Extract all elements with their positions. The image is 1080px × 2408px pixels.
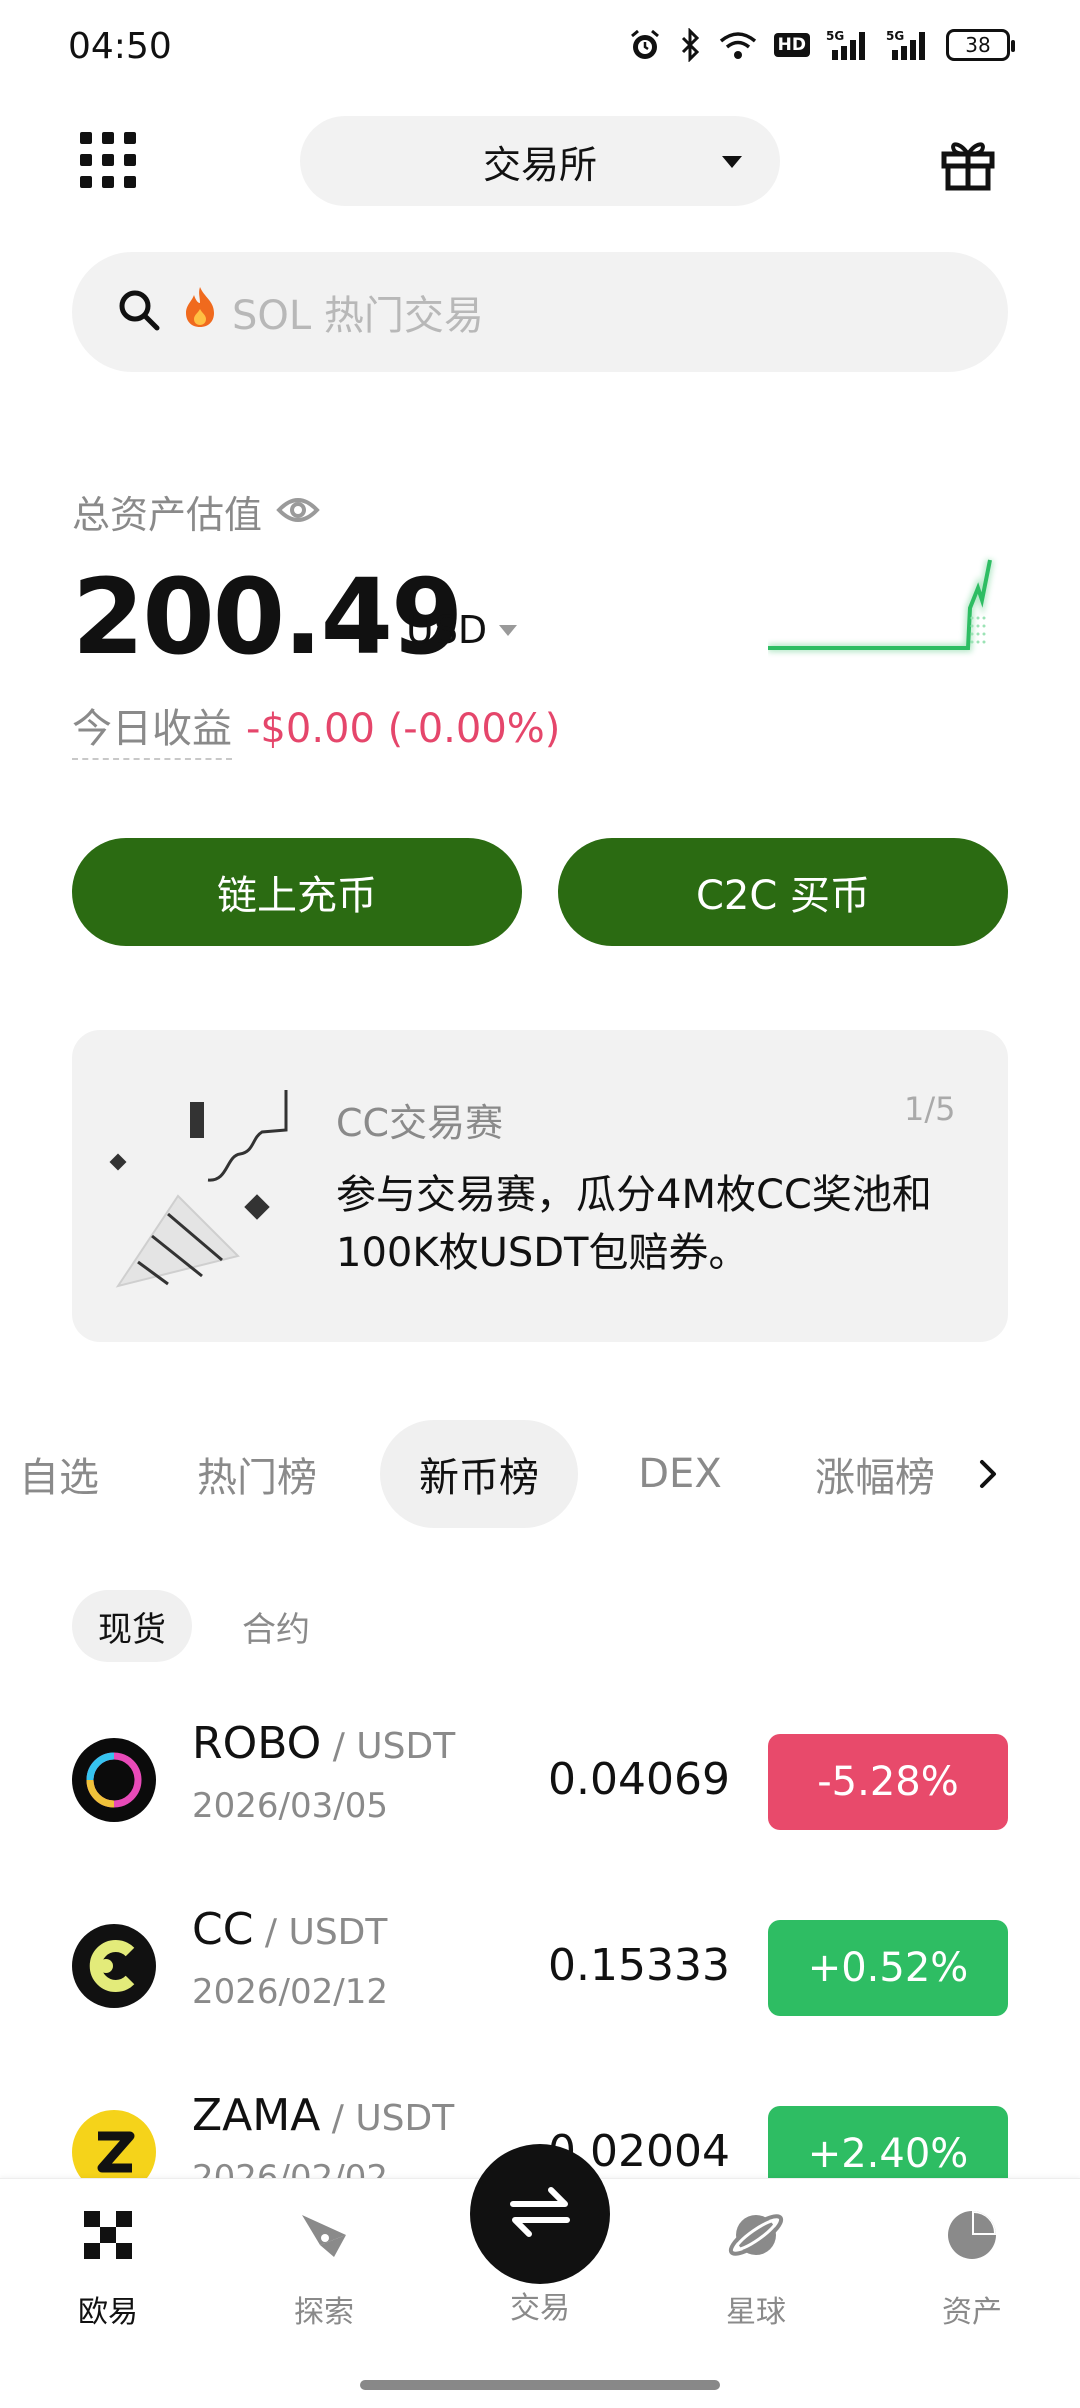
- gift-icon[interactable]: [938, 132, 998, 192]
- total-assets-value: 200.49: [72, 556, 463, 678]
- last-price: 0.15333: [548, 1940, 730, 1991]
- pair-base: ZAMA: [192, 2090, 321, 2141]
- trade-button[interactable]: [470, 2144, 610, 2284]
- promo-page-indicator: 1/5: [904, 1090, 956, 1128]
- nav-label: 星球: [726, 2295, 786, 2330]
- exchange-mode-label: 交易所: [482, 142, 597, 187]
- change-badge[interactable]: +0.52%: [768, 1920, 1008, 2016]
- nav-label: 交易: [510, 2291, 570, 2326]
- battery-icon: 38: [946, 29, 1015, 61]
- tab-new-listings[interactable]: 新币榜: [380, 1420, 578, 1528]
- onchain-deposit-button[interactable]: 链上充币: [72, 838, 522, 946]
- promo-description: 参与交易赛，瓜分4M枚CC奖池和100K枚USDT包赔券。: [336, 1172, 932, 1276]
- signal-5g-icon: 5G: [826, 28, 870, 62]
- tab-watchlist[interactable]: 自选: [0, 1420, 118, 1528]
- market-tabs: 自选 热门榜 新币榜 DEX 涨幅榜: [0, 1420, 1080, 1528]
- pair-base: ROBO: [192, 1718, 322, 1769]
- currency-label: USD: [406, 608, 488, 652]
- chevron-down-icon: [722, 156, 742, 168]
- pair-name: ROBO / USDT: [192, 1718, 455, 1769]
- nav-label: 探索: [294, 2295, 354, 2330]
- tab-dex[interactable]: DEX: [620, 1420, 740, 1528]
- status-icons: HD 5G 5G 38: [628, 28, 1015, 62]
- nav-home[interactable]: 欧易: [28, 2205, 188, 2331]
- hd-icon: HD: [773, 33, 810, 57]
- nav-trade[interactable]: 交易: [460, 2283, 620, 2327]
- currency-selector[interactable]: USD: [406, 608, 518, 652]
- search-bar[interactable]: SOL 热门交易: [72, 252, 1008, 372]
- search-placeholder: SOL 热门交易: [232, 293, 484, 339]
- exchange-mode-switch[interactable]: 交易所: [300, 116, 780, 206]
- pair-name: ZAMA / USDT: [192, 2090, 454, 2141]
- pair-quote: / USDT: [253, 1912, 388, 1953]
- market-row[interactable]: CC / USDT 2026/02/12 0.15333 +0.52%: [0, 1874, 1080, 2060]
- subtab-spot[interactable]: 现货: [72, 1590, 192, 1662]
- pair-base: CC: [192, 1904, 254, 1955]
- bluetooth-icon: [678, 28, 702, 62]
- pair-quote: / USDT: [320, 2098, 455, 2139]
- assets-sparkline: [768, 548, 1008, 658]
- robo-coin-icon: [72, 1738, 156, 1822]
- pair-quote: / USDT: [321, 1726, 456, 1767]
- svg-text:5G: 5G: [826, 29, 844, 43]
- todays-pnl-value: -$0.00 (-0.00%): [246, 706, 561, 752]
- status-time: 04:50: [68, 26, 172, 67]
- alarm-icon: [628, 28, 662, 62]
- total-assets-label-text: 总资产估值: [72, 493, 263, 537]
- subtab-futures[interactable]: 合约: [226, 1590, 326, 1662]
- chevron-down-icon: [499, 624, 518, 636]
- listing-date: 2026/03/05: [192, 1786, 388, 1826]
- pie-chart-icon: [942, 2205, 1002, 2265]
- okx-logo-icon: [78, 2205, 138, 2265]
- c2c-buy-button[interactable]: C2C 买币: [558, 838, 1008, 946]
- wifi-icon: [718, 30, 758, 60]
- signal-5g-icon-2: 5G: [886, 28, 930, 62]
- tab-hot[interactable]: 热门榜: [182, 1420, 332, 1528]
- cc-coin-icon: [72, 1924, 156, 2008]
- eye-icon[interactable]: [276, 490, 320, 534]
- planet-icon: [726, 2205, 786, 2265]
- nav-label: 资产: [942, 2295, 1002, 2330]
- compass-icon: [294, 2205, 354, 2265]
- battery-level: 38: [965, 33, 991, 57]
- todays-pnl: 今日收益 -$0.00 (-0.00%): [72, 696, 560, 760]
- nav-label: 欧易: [78, 2295, 138, 2330]
- nav-explore[interactable]: 探索: [244, 2205, 404, 2331]
- listing-date: 2026/02/12: [192, 1972, 388, 2012]
- swap-arrows-icon: [505, 2182, 575, 2246]
- app-grid-menu-icon[interactable]: [80, 132, 136, 188]
- promo-title: CC交易赛: [336, 1101, 504, 1145]
- party-popper-icon: [108, 1086, 298, 1296]
- search-icon: [116, 287, 162, 337]
- tab-gainers[interactable]: 涨幅榜: [800, 1420, 950, 1528]
- chevron-right-icon[interactable]: [968, 1454, 1008, 1494]
- home-indicator[interactable]: [360, 2380, 720, 2390]
- last-price: 0.04069: [548, 1754, 730, 1805]
- nav-planet[interactable]: 星球: [676, 2205, 836, 2331]
- svg-text:5G: 5G: [886, 29, 904, 43]
- change-badge[interactable]: -5.28%: [768, 1734, 1008, 1830]
- todays-pnl-label[interactable]: 今日收益: [72, 696, 232, 760]
- nav-assets[interactable]: 资产: [892, 2205, 1052, 2331]
- total-assets-label: 总资产估值: [72, 484, 320, 539]
- fire-icon: [182, 285, 218, 339]
- pair-name: CC / USDT: [192, 1904, 387, 1955]
- market-row[interactable]: ROBO / USDT 2026/03/05 0.04069 -5.28%: [0, 1688, 1080, 1874]
